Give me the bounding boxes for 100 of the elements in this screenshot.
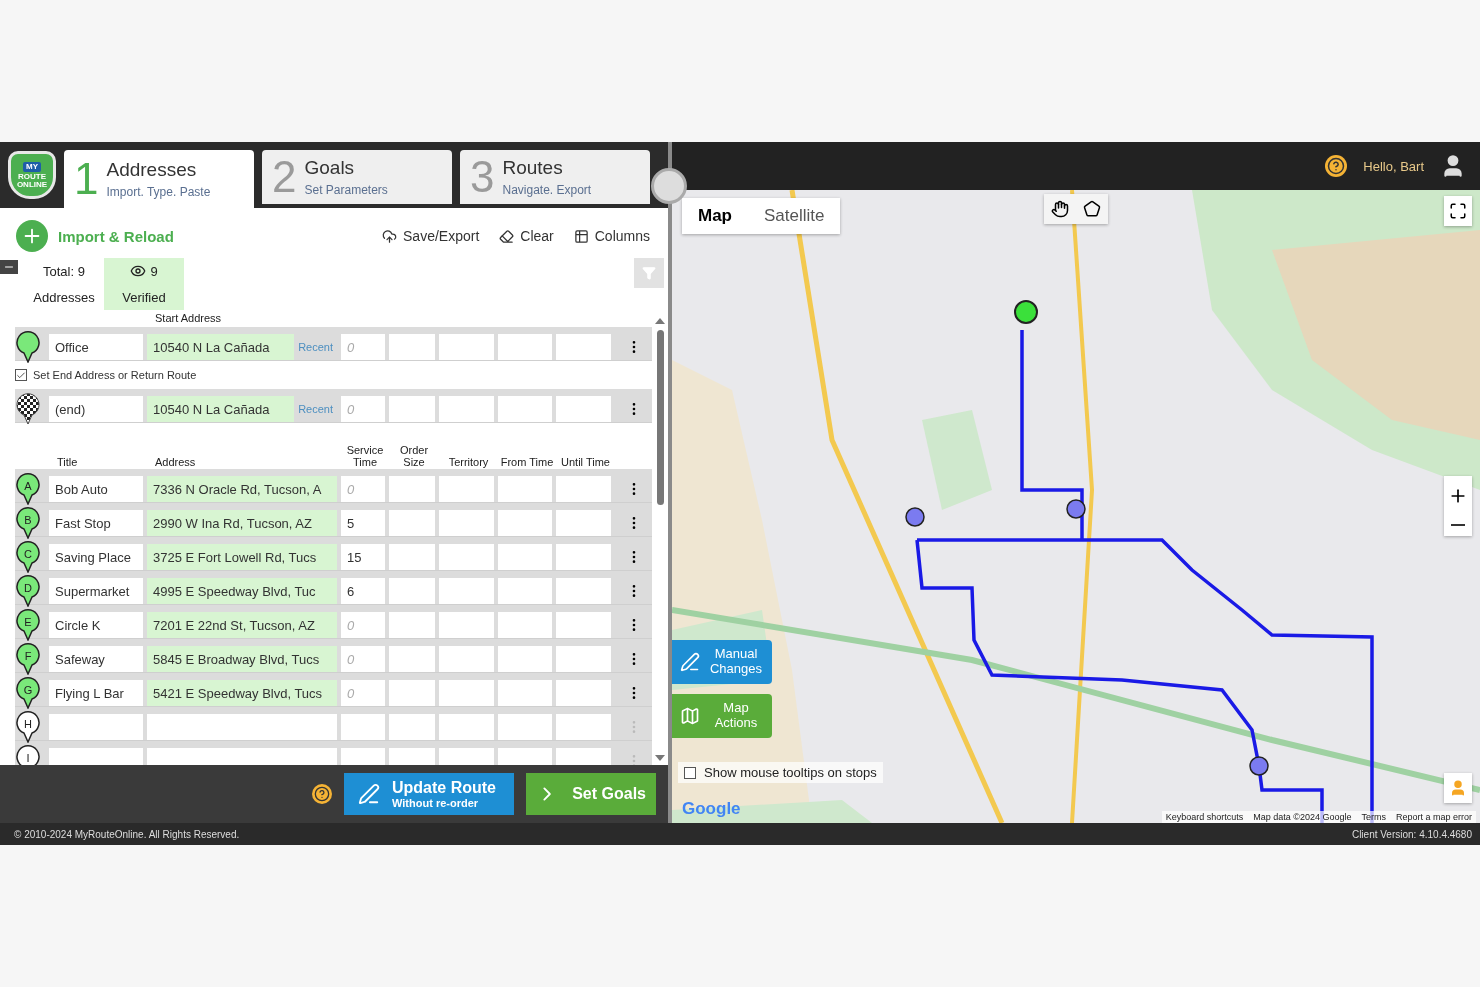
map-pin-icon: I	[15, 745, 41, 765]
territory-field[interactable]	[439, 476, 494, 502]
address-field[interactable]: 5421 E Speedway Blvd, Tucs	[147, 680, 337, 706]
pen-icon	[358, 783, 380, 805]
fullscreen-button[interactable]	[1444, 196, 1472, 226]
order-size-field[interactable]	[389, 680, 435, 706]
map-pin-icon: E	[15, 609, 41, 641]
order-size-field[interactable]	[389, 612, 435, 638]
route-shield-logo: MY ROUTE ONLINE	[8, 151, 56, 199]
order-size-field[interactable]	[389, 334, 435, 360]
attribution-link[interactable]: Terms	[1361, 812, 1386, 822]
order-size-field[interactable]	[389, 510, 435, 536]
collapse-button[interactable]	[0, 260, 18, 274]
address-field[interactable]: 10540 N La Cañada	[147, 396, 295, 422]
total-caption: Addresses	[33, 289, 95, 305]
from-time-field[interactable]	[498, 544, 552, 570]
title-field[interactable]: Office	[49, 334, 143, 360]
column-header: Until Time	[560, 456, 611, 469]
address-field[interactable]: 7336 N Oracle Rd, Tucson, A	[147, 476, 337, 502]
title-field[interactable]: Saving Place	[49, 544, 143, 570]
attribution-link[interactable]: Keyboard shortcuts	[1165, 812, 1244, 822]
until-time-field[interactable]	[556, 544, 611, 570]
territory-field[interactable]	[439, 396, 494, 422]
title-field[interactable]: Circle K	[49, 612, 143, 638]
person-icon[interactable]	[1444, 773, 1472, 803]
territory-field[interactable]	[439, 612, 494, 638]
title-field[interactable]: Supermarket	[49, 578, 143, 604]
service-time-field[interactable]: 5	[341, 510, 385, 536]
service-time-field[interactable]: 15	[341, 544, 385, 570]
total-count: Total: 9	[43, 263, 85, 279]
until-time-field[interactable]	[556, 510, 611, 536]
order-size-field[interactable]	[389, 578, 435, 604]
map-type-tab[interactable]: Map	[682, 198, 748, 234]
address-field[interactable]	[147, 714, 337, 740]
hand-icon[interactable]	[1044, 194, 1076, 224]
territory-field[interactable]	[439, 510, 494, 536]
address-field[interactable]: 7201 E 22nd St, Tucson, AZ	[147, 612, 337, 638]
map-type-tab[interactable]: Satellite	[748, 198, 841, 234]
from-time-field[interactable]	[498, 612, 552, 638]
end-address-checkbox[interactable]: Set End Address or Return Route	[15, 361, 652, 389]
from-time-field[interactable]	[498, 396, 552, 422]
from-time-field[interactable]	[498, 646, 552, 672]
order-size-field[interactable]	[389, 646, 435, 672]
address-field[interactable]: 10540 N La Cañada	[147, 334, 295, 360]
order-size-field[interactable]	[389, 396, 435, 422]
service-time-field[interactable]: 6	[341, 578, 385, 604]
territory-field[interactable]	[439, 714, 494, 740]
save-action[interactable]: Save/Export	[382, 228, 480, 244]
manual-changes-button[interactable]: Manual Changes	[672, 640, 772, 684]
title-field[interactable]: Flying L Bar	[49, 680, 143, 706]
title-field[interactable]: Bob Auto	[49, 476, 143, 502]
territory-field[interactable]	[439, 680, 494, 706]
until-time-field[interactable]	[556, 714, 611, 740]
address-field[interactable]: 3725 E Fort Lowell Rd, Tucs	[147, 544, 337, 570]
until-time-field[interactable]	[556, 578, 611, 604]
from-time-field[interactable]	[498, 510, 552, 536]
title-field[interactable]	[49, 714, 143, 740]
title-field[interactable]: (end)	[49, 396, 143, 422]
map-pin-icon: B	[15, 507, 41, 539]
territory-field[interactable]	[439, 544, 494, 570]
attribution-link[interactable]: Map data ©2024 Google	[1253, 812, 1352, 822]
zoom-control[interactable]	[1444, 476, 1472, 536]
until-time-field[interactable]	[556, 680, 611, 706]
from-time-field[interactable]	[498, 476, 552, 502]
territory-field[interactable]	[439, 646, 494, 672]
cloud-upload-icon	[382, 228, 397, 244]
until-time-field[interactable]	[556, 396, 611, 422]
address-field[interactable]: 2990 W Ina Rd, Tucson, AZ	[147, 510, 337, 536]
help-icon[interactable]	[1325, 155, 1348, 177]
order-size-field[interactable]	[389, 714, 435, 740]
columns-action[interactable]: Columns	[573, 228, 650, 244]
territory-field[interactable]	[439, 334, 494, 360]
update-route-button[interactable]: Update Route Without re-order	[344, 773, 514, 815]
table-icon	[573, 228, 589, 244]
client-version: Client Version: 4.10.4.4680	[1351, 828, 1472, 840]
title-field[interactable]: Fast Stop	[49, 510, 143, 536]
tooltips-checkbox[interactable]: Show mouse tooltips on stops	[678, 762, 883, 783]
order-size-field[interactable]	[389, 544, 435, 570]
clear-action[interactable]: Clear	[499, 228, 554, 244]
from-time-field[interactable]	[498, 680, 552, 706]
help-icon[interactable]	[312, 784, 332, 804]
checkmark-icon	[16, 369, 26, 381]
verified-stat[interactable]: 9 Verified	[104, 258, 184, 310]
until-time-field[interactable]	[556, 646, 611, 672]
until-time-field[interactable]	[556, 612, 611, 638]
title-field[interactable]: Safeway	[49, 646, 143, 672]
attribution-link[interactable]: Report a map error	[1395, 812, 1472, 822]
until-time-field[interactable]	[556, 476, 611, 502]
polygon-icon[interactable]	[1076, 194, 1108, 224]
until-time-field[interactable]	[556, 334, 611, 360]
address-field[interactable]: 4995 E Speedway Blvd, Tuc	[147, 578, 337, 604]
from-time-field[interactable]	[498, 578, 552, 604]
order-size-field[interactable]	[389, 476, 435, 502]
territory-field[interactable]	[439, 578, 494, 604]
filter-button[interactable]	[634, 258, 664, 288]
address-field[interactable]: 5845 E Broadway Blvd, Tucs	[147, 646, 337, 672]
service-time-field[interactable]	[341, 714, 385, 740]
from-time-field[interactable]	[498, 334, 552, 360]
from-time-field[interactable]	[498, 714, 552, 740]
fullscreen-icon	[1449, 202, 1467, 220]
